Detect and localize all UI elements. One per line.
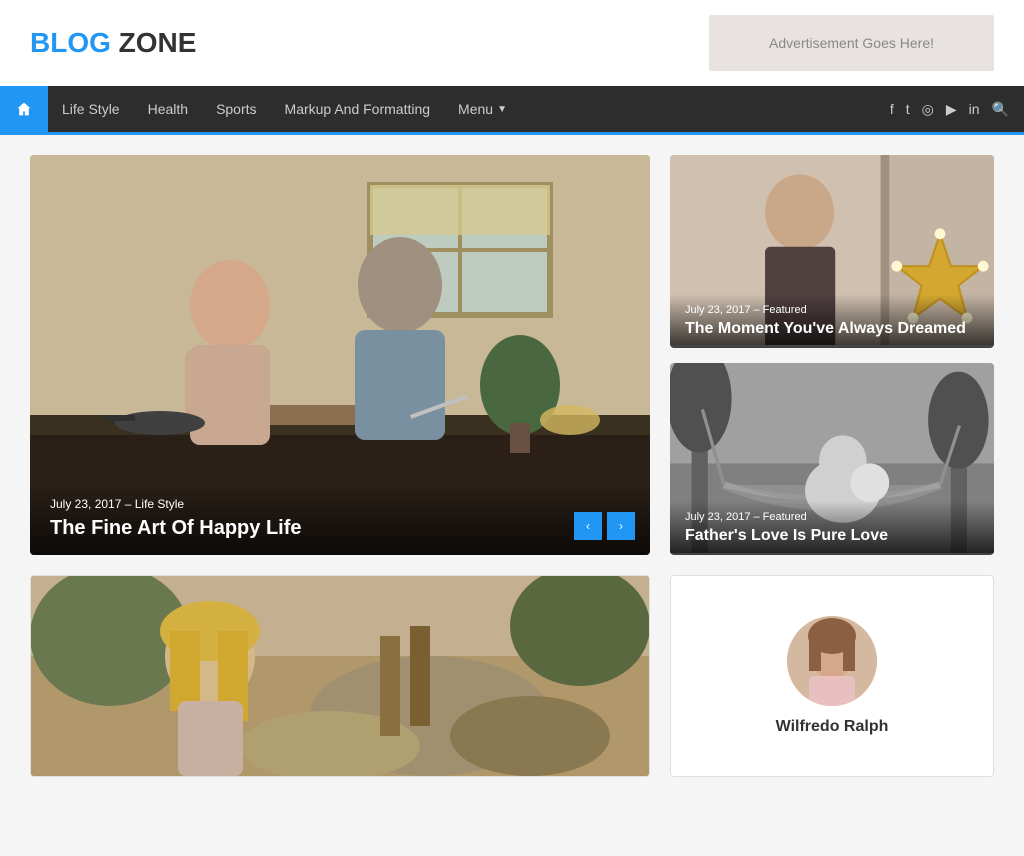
slider-arrows: ‹ › [574,512,635,540]
advertisement-banner: Advertisement Goes Here! [709,15,994,71]
bottom-section: Wilfredo Ralph [30,575,994,777]
site-logo[interactable]: BLOG ZONE [30,27,196,59]
featured-small-post-2[interactable]: July 23, 2017 – Featured Father's Love I… [670,363,994,556]
logo-zone: ZONE [111,27,197,58]
featured-small-1-date: July 23, 2017 – Featured [685,304,979,316]
featured-right-column: July 23, 2017 – Featured The Moment You'… [670,155,994,555]
featured-small-2-title: Father's Love Is Pure Love [685,527,979,545]
nav-link-lifestyle[interactable]: Life Style [48,86,134,132]
main-navbar: Life Style Health Sports Markup And Form… [0,86,1024,132]
chevron-down-icon: ▼ [497,104,507,115]
linkedin-icon[interactable]: in [969,101,980,117]
twitter-icon[interactable]: t [906,101,910,117]
blonde-woman-svg [31,576,649,776]
nav-link-health[interactable]: Health [134,86,202,132]
logo-blog: BLOG [30,27,111,58]
top-featured-section: July 23, 2017 – Life Style The Fine Art … [30,155,994,555]
featured-small-2-date: July 23, 2017 – Featured [685,511,979,523]
featured-large-title: The Fine Art Of Happy Life [50,517,630,540]
nav-link-sports[interactable]: Sports [202,86,270,132]
main-content: July 23, 2017 – Life Style The Fine Art … [0,135,1024,797]
nav-link-markup[interactable]: Markup And Formatting [271,86,445,132]
facebook-icon[interactable]: f [890,101,894,117]
instagram-icon[interactable]: ◎ [922,101,934,118]
home-icon [16,101,32,117]
author-avatar [787,616,877,706]
nav-left: Life Style Health Sports Markup And Form… [0,86,521,132]
featured-small-post-1[interactable]: July 23, 2017 – Featured The Moment You'… [670,155,994,348]
next-slide-button[interactable]: › [607,512,635,540]
author-widget: Wilfredo Ralph [670,575,994,777]
nav-home-button[interactable] [0,86,48,132]
author-name: Wilfredo Ralph [776,718,889,736]
featured-large-post[interactable]: July 23, 2017 – Life Style The Fine Art … [30,155,650,555]
bottom-left-post[interactable] [30,575,650,777]
search-icon[interactable]: 🔍 [992,101,1009,118]
youtube-icon[interactable]: ▶ [946,101,957,118]
nav-menu-dropdown[interactable]: Menu ▼ [444,86,521,132]
featured-small-2-overlay: July 23, 2017 – Featured Father's Love I… [670,501,994,555]
author-portrait-svg [787,616,877,706]
featured-large-overlay: July 23, 2017 – Life Style The Fine Art … [30,482,650,555]
featured-large-date: July 23, 2017 – Life Style [50,497,630,511]
author-avatar-image [787,616,877,706]
nav-social-icons: f t ◎ ▶ in 🔍 [890,101,1024,118]
bottom-post-image [31,576,649,776]
featured-small-1-overlay: July 23, 2017 – Featured The Moment You'… [670,294,994,348]
featured-small-1-title: The Moment You've Always Dreamed [685,320,979,338]
site-header: BLOG ZONE Advertisement Goes Here! [0,0,1024,86]
prev-slide-button[interactable]: ‹ [574,512,602,540]
